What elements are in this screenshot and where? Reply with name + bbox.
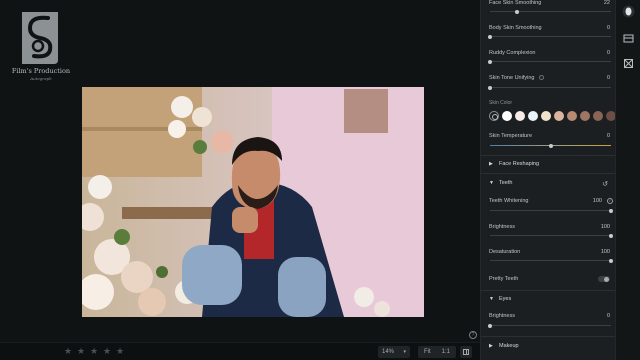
teeth-brightness-value[interactable]: 100 — [601, 224, 610, 230]
reset-icon[interactable]: ↺ — [602, 180, 608, 188]
check-circle-icon[interactable]: ✓ — [607, 198, 613, 204]
compare-view-button[interactable] — [460, 346, 472, 358]
one-to-one-button[interactable]: 1:1 — [442, 346, 450, 358]
star-icon[interactable]: ★ — [64, 347, 73, 356]
slider-thumb[interactable] — [609, 258, 613, 263]
panel-icon[interactable] — [622, 32, 635, 45]
divider — [481, 290, 616, 291]
slider-thumb[interactable] — [488, 34, 492, 39]
slider-thumb[interactable] — [514, 9, 519, 14]
crop-icon[interactable] — [622, 57, 635, 70]
ruddy-complexion-slider[interactable] — [488, 59, 611, 64]
toggle-knob — [604, 276, 609, 282]
section-makeup[interactable]: ▶ Makeup — [481, 340, 616, 353]
chevron-down-icon: ▾ — [403, 349, 406, 355]
skin-color-swatch[interactable] — [528, 111, 538, 121]
star-icon[interactable]: ★ — [103, 347, 112, 356]
skin-color-swatch[interactable] — [541, 111, 551, 121]
body-skin-smoothing-value[interactable]: 0 — [607, 25, 610, 31]
watermark-logo: Film's Production Autograph — [10, 8, 72, 81]
info-icon[interactable] — [539, 75, 544, 80]
section-title: Eyes — [499, 296, 512, 302]
skin-temperature-value[interactable]: 0 — [607, 133, 610, 139]
slider-thumb[interactable] — [609, 208, 613, 213]
zoom-value: 14% — [382, 349, 395, 355]
skin-tone-unifying-label: Skin Tone Unifying — [489, 75, 535, 81]
split-line — [466, 349, 467, 355]
slider-thumb[interactable] — [488, 85, 492, 90]
skin-color-label: Skin Color — [489, 100, 513, 106]
logo-title: Film's Production — [11, 67, 71, 75]
skin-tone-unifying-value[interactable]: 0 — [607, 75, 610, 81]
logo-subtitle: Autograph — [30, 76, 52, 81]
skin-temperature-label: Skin Temperature — [489, 133, 533, 139]
slider-thumb[interactable] — [488, 59, 492, 64]
slider-thumb[interactable] — [609, 233, 613, 238]
body-skin-smoothing-slider[interactable] — [488, 34, 611, 39]
fit-zoom-buttons: Fit 1:1 — [418, 346, 456, 358]
face-icon[interactable] — [622, 5, 635, 18]
zoom-select[interactable]: 14% ▾ — [378, 346, 410, 358]
skin-color-swatch[interactable] — [567, 111, 577, 121]
section-face-reshaping[interactable]: ▶ Face Reshaping — [481, 158, 616, 171]
desaturation-slider[interactable] — [490, 258, 613, 263]
lamp-fixture — [344, 89, 388, 133]
skin-color-swatch[interactable] — [502, 111, 512, 121]
divider — [481, 173, 616, 174]
skin-color-swatch[interactable] — [554, 111, 564, 121]
face-skin-smoothing-value[interactable]: 22 — [604, 0, 610, 6]
teeth-brightness-slider[interactable] — [490, 233, 613, 238]
star-icon[interactable]: ★ — [116, 347, 125, 356]
eyes-brightness-label: Brightness — [489, 313, 515, 319]
slider-thumb[interactable] — [488, 323, 492, 328]
section-title: Face Reshaping — [499, 161, 540, 167]
caret-right-icon: ▶ — [489, 343, 493, 349]
image-canvas[interactable]: Film's Production Autograph ? — [0, 0, 480, 342]
section-title: Teeth — [499, 180, 513, 186]
tool-rail — [615, 0, 640, 360]
caret-right-icon: ▶ — [489, 161, 493, 167]
teeth-whitening-slider[interactable] — [490, 208, 613, 213]
skin-temperature-slider[interactable] — [490, 143, 611, 148]
adjustments-panel: Face Skin Smoothing 22 Body Skin Smoothi… — [480, 0, 616, 360]
no-color-swatch[interactable] — [489, 111, 499, 121]
body-skin-smoothing-label: Body Skin Smoothing — [489, 25, 542, 31]
caret-down-icon: ▼ — [489, 180, 494, 186]
desaturation-label: Desaturation — [489, 249, 521, 255]
fit-button[interactable]: Fit — [424, 346, 431, 358]
divider — [481, 336, 616, 337]
slider-thumb[interactable] — [548, 143, 553, 148]
ruddy-complexion-value[interactable]: 0 — [607, 50, 610, 56]
skin-color-swatch[interactable] — [580, 111, 590, 121]
section-title: Makeup — [499, 343, 519, 349]
skin-tone-unifying-slider[interactable] — [488, 85, 611, 90]
star-icon[interactable]: ★ — [90, 347, 99, 356]
skin-color-swatches — [489, 111, 616, 121]
skin-color-swatch[interactable] — [593, 111, 603, 121]
logo-mark-icon — [22, 12, 58, 64]
photo-preview[interactable] — [82, 87, 424, 317]
pretty-teeth-label: Pretty Teeth — [489, 276, 519, 282]
teeth-brightness-label: Brightness — [489, 224, 515, 230]
eyes-brightness-slider[interactable] — [488, 323, 611, 328]
skin-color-swatch[interactable] — [515, 111, 525, 121]
bottom-toolbar: ★ ★ ★ ★ ★ 14% ▾ Fit 1:1 — [0, 342, 480, 360]
rating-stars[interactable]: ★ ★ ★ ★ ★ — [64, 347, 125, 356]
ruddy-complexion-label: Ruddy Complexion — [489, 50, 536, 56]
desaturation-value[interactable]: 100 — [601, 249, 610, 255]
caret-down-icon: ▼ — [489, 296, 494, 302]
eyes-brightness-value[interactable]: 0 — [607, 313, 610, 319]
section-teeth[interactable]: ▼ Teeth — [481, 177, 616, 190]
divider — [481, 155, 616, 156]
pretty-teeth-toggle[interactable] — [598, 276, 610, 282]
face-skin-smoothing-slider[interactable] — [490, 9, 611, 14]
teeth-whitening-value[interactable]: 100 — [593, 198, 602, 204]
teeth-whitening-label: Teeth Whitening — [489, 198, 529, 204]
section-eyes[interactable]: ▼ Eyes — [481, 293, 616, 306]
star-icon[interactable]: ★ — [77, 347, 86, 356]
help-icon[interactable]: ? — [469, 331, 477, 339]
face-skin-smoothing-label: Face Skin Smoothing — [489, 0, 542, 6]
